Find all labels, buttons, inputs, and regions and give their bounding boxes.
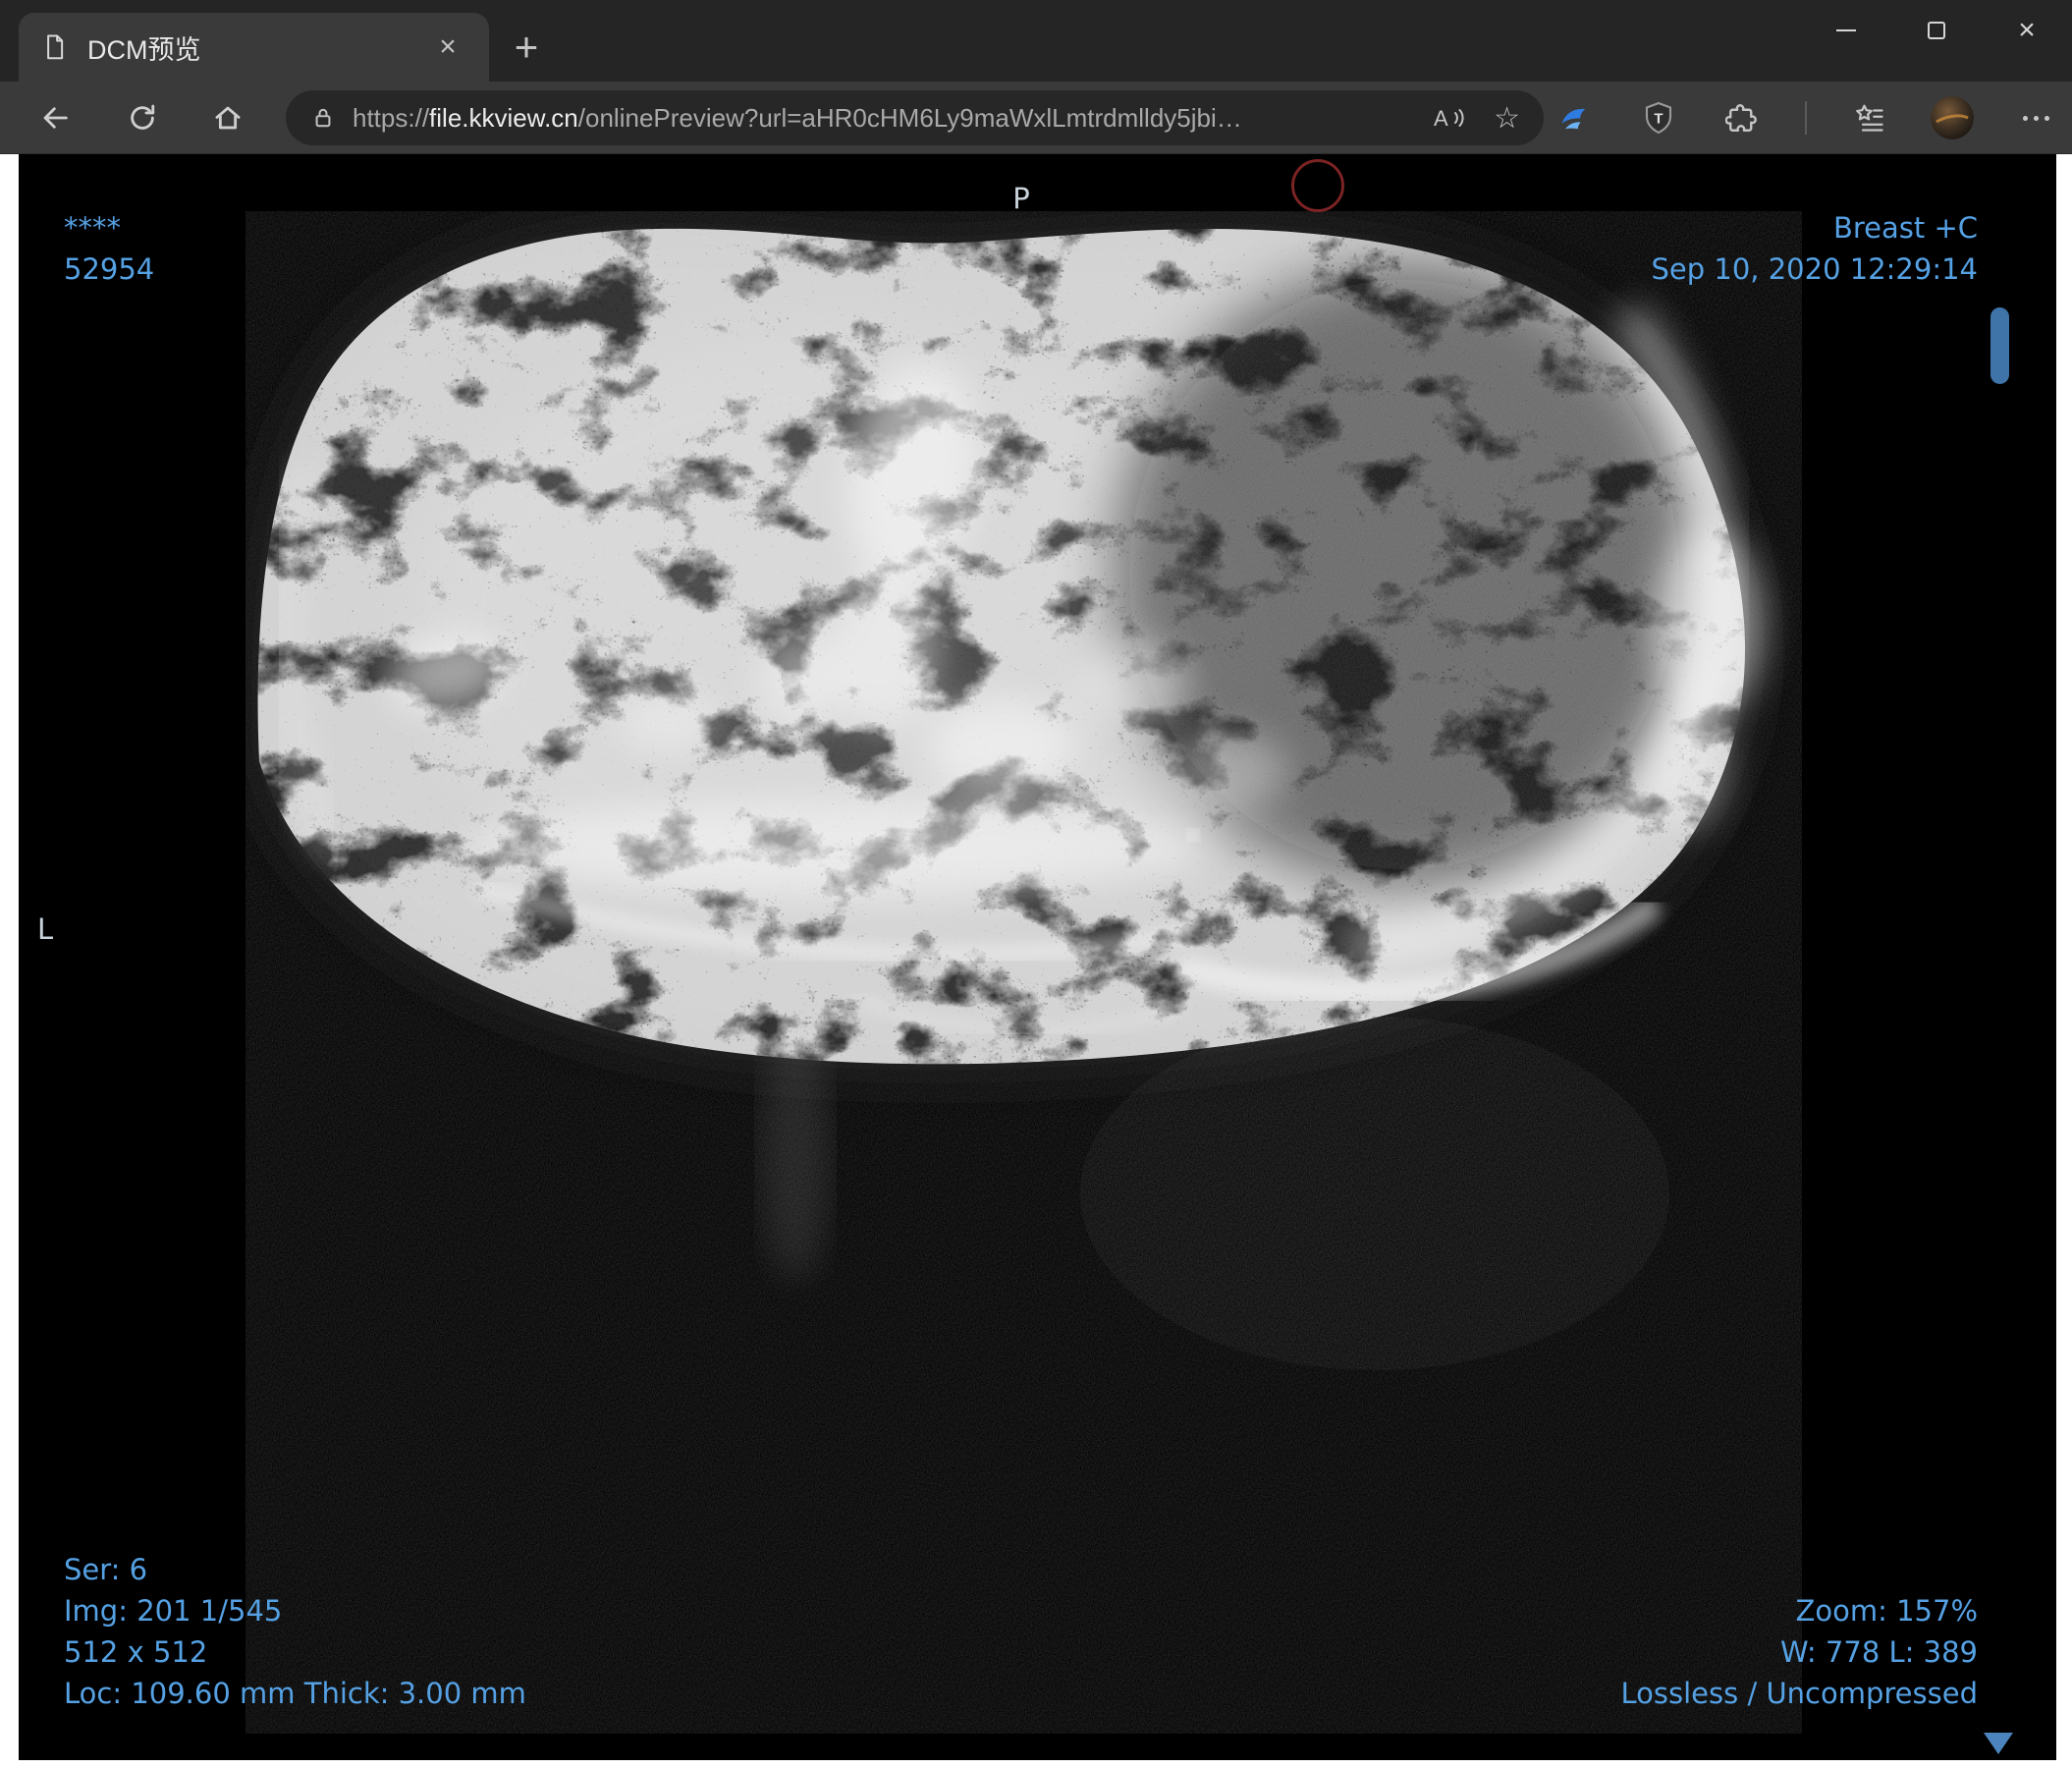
url-protocol: https:// — [353, 102, 430, 133]
url-text: https://file.kkview.cn/onlinePreview?url… — [353, 103, 1405, 134]
back-button[interactable] — [33, 96, 77, 139]
tab-close-icon[interactable]: × — [428, 28, 467, 67]
lock-icon[interactable] — [309, 104, 337, 132]
new-tab-button[interactable]: + — [503, 24, 550, 71]
stack-scrollbar-thumb[interactable] — [1990, 307, 2009, 384]
svg-text:A: A — [1434, 106, 1448, 131]
mri-image — [245, 211, 1802, 1734]
profile-avatar[interactable] — [1931, 96, 1974, 139]
settings-menu-icon — [2022, 115, 2049, 121]
minimize-icon — [1836, 29, 1856, 31]
series-number: Ser: 6 — [64, 1553, 148, 1586]
toolbar-extension-area: T — [1552, 92, 2058, 143]
window-controls: × — [1801, 0, 2072, 61]
extension-blue-button[interactable] — [1552, 95, 1597, 140]
tab-strip: DCM预览 × + × — [0, 0, 2072, 82]
read-aloud-button[interactable]: A — [1433, 103, 1466, 133]
favorite-star-button[interactable]: ☆ — [1494, 101, 1520, 136]
url-path: /onlinePreview?url=aHR0cHM6Ly9maWxlLmtrd… — [577, 102, 1242, 133]
dicom-canvas[interactable]: **** 52954 Breast +C Sep 10, 2020 12:29:… — [19, 154, 2056, 1760]
svg-text:T: T — [1654, 110, 1663, 127]
address-bar[interactable]: https://file.kkview.cn/onlinePreview?url… — [286, 90, 1544, 145]
shield-t-icon: T — [1645, 101, 1672, 135]
favorites-hub-button[interactable] — [1846, 95, 1891, 140]
image-number: Img: 201 1/545 — [64, 1594, 283, 1628]
extensions-menu-button[interactable] — [1720, 95, 1766, 140]
tab-dcm-preview[interactable]: DCM预览 × — [19, 13, 489, 82]
settings-menu-button[interactable] — [2013, 95, 2058, 140]
url-domain: file.kkview.cn — [429, 102, 578, 133]
maximize-button[interactable] — [1891, 0, 1982, 61]
read-aloud-icon: A — [1434, 106, 1464, 131]
toolbar-divider — [1805, 101, 1807, 135]
patient-info-overlay: **** 52954 — [64, 207, 154, 290]
window-level: W: 778 L: 389 — [1779, 1635, 1978, 1669]
orientation-marker-left: L — [37, 912, 54, 946]
series-info-overlay: Ser: 6 Img: 201 1/545 512 x 512 Loc: 109… — [64, 1549, 526, 1714]
patient-number: 52954 — [64, 252, 155, 286]
zoom-level: Zoom: 157% — [1795, 1594, 1979, 1628]
stack-scroll-down-icon[interactable] — [1984, 1733, 2013, 1754]
star-icon: ☆ — [1494, 101, 1520, 135]
annotation-circle — [1291, 159, 1344, 212]
close-icon: × — [2018, 14, 2036, 46]
extension-shield-button[interactable]: T — [1636, 95, 1681, 140]
home-icon — [215, 106, 241, 130]
minimize-button[interactable] — [1801, 0, 1891, 61]
tab-title: DCM预览 — [87, 34, 201, 65]
display-info-overlay: Zoom: 157% W: 778 L: 389 Lossless / Unco… — [1621, 1590, 1978, 1714]
home-button[interactable] — [206, 96, 249, 139]
study-info-overlay: Breast +C Sep 10, 2020 12:29:14 — [1652, 207, 1978, 290]
puzzle-icon — [1725, 104, 1757, 132]
study-description: Breast +C — [1832, 211, 1978, 245]
document-icon — [47, 34, 64, 60]
back-arrow-icon — [43, 107, 68, 129]
slice-location-thickness: Loc: 109.60 mm Thick: 3.00 mm — [64, 1677, 526, 1710]
close-button[interactable]: × — [1982, 0, 2072, 61]
orientation-marker-posterior: P — [1012, 182, 1030, 215]
study-datetime: Sep 10, 2020 12:29:14 — [1651, 252, 1978, 286]
refresh-button[interactable] — [121, 96, 164, 139]
browser-toolbar: https://file.kkview.cn/onlinePreview?url… — [0, 82, 2072, 154]
patient-id-masked: **** — [64, 211, 121, 245]
favorites-hub-icon — [1856, 104, 1883, 132]
compression-info: Lossless / Uncompressed — [1620, 1677, 1978, 1710]
extension-blue-icon — [1561, 108, 1586, 130]
refresh-icon — [131, 104, 155, 130]
maximize-icon — [1928, 22, 1945, 39]
avatar-image — [1931, 96, 1974, 139]
matrix-size: 512 x 512 — [64, 1635, 208, 1669]
